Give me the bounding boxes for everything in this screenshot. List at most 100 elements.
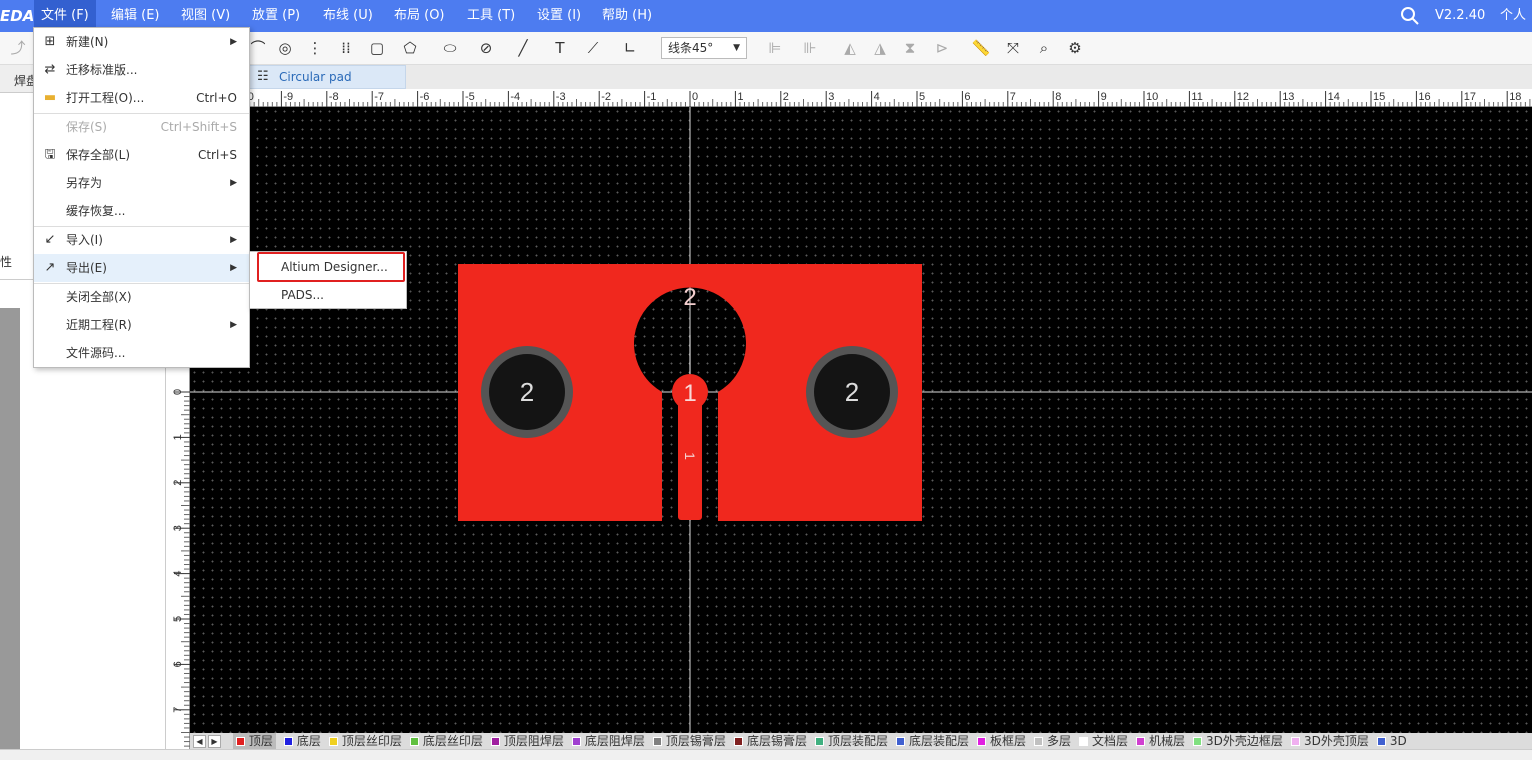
layer-item[interactable]: 顶层丝印层 — [328, 733, 402, 749]
menu-item-save[interactable]: 保存(S) Ctrl+Shift+S — [34, 113, 249, 141]
ruler-label: 15 — [1373, 91, 1385, 103]
layer-next-button[interactable]: ▶ — [208, 735, 221, 748]
menu-item-label: 另存为 — [66, 176, 103, 190]
ruler-label: 16 — [1418, 91, 1430, 103]
menu-item-new[interactable]: ⊞ 新建(N) ▶ — [34, 28, 249, 56]
menu-place[interactable]: 放置 (P) — [245, 0, 307, 32]
menu-route[interactable]: 布线 (U) — [316, 0, 380, 32]
dimension-icon[interactable]: ⟋ — [583, 38, 603, 58]
layer-item[interactable]: 顶层阻焊层 — [490, 733, 564, 749]
menu-item-open-project[interactable]: ▬ 打开工程(O)... Ctrl+O — [34, 84, 249, 112]
menu-item-save-as[interactable]: 另存为 ▶ — [34, 169, 249, 197]
menu-item-export[interactable]: ↗ 导出(E) ▶ — [34, 254, 249, 282]
user-menu[interactable]: 个人 — [1500, 0, 1526, 32]
layer-label: 底层锡膏层 — [746, 734, 807, 748]
menu-item-cache-restore[interactable]: 缓存恢复... — [34, 197, 249, 225]
layer-color-swatch — [895, 737, 905, 746]
menu-item-label: 迁移标准版... — [66, 63, 138, 77]
scroll-track[interactable] — [0, 308, 20, 749]
layer-label: 底层阻焊层 — [584, 734, 645, 748]
gear-icon[interactable]: ⚙ — [1065, 38, 1085, 58]
layer-item[interactable]: 3D — [1376, 733, 1407, 749]
export-pads[interactable]: PADS... — [250, 281, 406, 309]
layer-bar: ◀ ▶ 顶层 底层 顶层丝印层 底层丝印层 顶层阻焊层 底层阻焊层 顶层锡膏层 底层锡膏层 顶层装… — [190, 733, 1532, 749]
layer-list: 顶层 底层 顶层丝印层 底层丝印层 顶层阻焊层 底层阻焊层 顶层锡膏层 底层锡膏层 顶层装配层 底… — [225, 733, 1407, 749]
arrange-icon[interactable]: ⊳ — [932, 38, 952, 58]
menu-item-migrate[interactable]: ⇄ 迁移标准版... — [34, 56, 249, 84]
rect-icon[interactable]: ▢ — [367, 38, 387, 58]
status-bar — [0, 749, 1532, 760]
arc-icon[interactable]: ⌒ — [248, 38, 268, 58]
ruler-label: -8 — [329, 91, 339, 103]
layer-item[interactable]: 多层 — [1034, 733, 1071, 749]
layer-item[interactable]: 底层锡膏层 — [733, 733, 807, 749]
layer-item[interactable]: 底层 — [283, 733, 321, 749]
layer-label: 3D外壳边框层 — [1206, 734, 1283, 748]
pcb-canvas[interactable]: 2 2 2 1 1 — [190, 107, 1532, 733]
measure-icon[interactable]: ⤧ — [1003, 38, 1023, 58]
mirror-icon[interactable]: ⧗ — [900, 38, 920, 58]
menu-item-file-source[interactable]: 文件源码... — [34, 339, 249, 367]
menu-layout[interactable]: 布局 (O) — [387, 0, 452, 32]
via-column-icon[interactable]: ⋮ — [305, 38, 325, 58]
layer-label: 底层 — [296, 734, 321, 748]
menu-item-save-all[interactable]: 🖫 保存全部(L) Ctrl+S — [34, 141, 249, 169]
ruler-label: 12 — [1237, 91, 1249, 103]
layer-item[interactable]: 3D外壳边框层 — [1193, 733, 1283, 749]
polygon-icon[interactable]: ⬠ — [400, 38, 420, 58]
angle-icon[interactable]: ∟ — [620, 38, 640, 58]
ruler-label: 4 — [874, 91, 880, 103]
align-left-icon[interactable]: ⊫ — [765, 38, 785, 58]
text-icon[interactable]: T — [550, 38, 570, 58]
folder-icon: ▬ — [43, 90, 57, 105]
ruler-label: 5 — [919, 91, 925, 103]
ruler-label: 1 — [737, 91, 743, 103]
ruler-label: -1 — [647, 91, 657, 103]
layer-item[interactable]: 顶层锡膏层 — [652, 733, 726, 749]
distribute-icon[interactable]: ⊪ — [800, 38, 820, 58]
ruler-label: 3 — [172, 525, 184, 531]
layer-item[interactable]: 3D外壳顶层 — [1290, 733, 1369, 749]
line-icon[interactable]: ╱ — [513, 38, 533, 58]
inspect-icon[interactable]: ⌕ — [1034, 38, 1054, 58]
rotate-icon[interactable]: ◮ — [870, 38, 890, 58]
redo-icon[interactable]: ⤴ — [8, 38, 28, 58]
layer-item[interactable]: 板框层 — [976, 733, 1026, 749]
layer-color-swatch — [1290, 737, 1300, 746]
no-connect-icon[interactable]: ⊘ — [476, 38, 496, 58]
flip-icon[interactable]: ◭ — [840, 38, 860, 58]
layer-item[interactable]: 顶层 — [232, 733, 276, 749]
layer-item[interactable]: 底层阻焊层 — [571, 733, 645, 749]
layer-item[interactable]: 机械层 — [1136, 733, 1185, 749]
tab-circular-pad[interactable]: ☷ Circular pad — [248, 65, 406, 89]
ruler-label: 3 — [828, 91, 834, 103]
menu-tools[interactable]: 工具 (T) — [460, 0, 522, 32]
menu-item-label: 新建(N) — [66, 35, 109, 49]
layer-label: 3D外壳顶层 — [1303, 734, 1369, 748]
pad-icon[interactable]: ◎ — [275, 38, 295, 58]
menu-help[interactable]: 帮助 (H) — [595, 0, 659, 32]
layer-item[interactable]: 顶层装配层 — [814, 733, 888, 749]
layer-item[interactable]: 底层装配层 — [895, 733, 969, 749]
menu-item-close-all[interactable]: 关闭全部(X) — [34, 283, 249, 311]
layer-prev-button[interactable]: ◀ — [193, 735, 206, 748]
ruler-label: 14 — [1328, 91, 1340, 103]
menu-item-import[interactable]: ↙ 导入(I) ▶ — [34, 226, 249, 254]
ellipse-icon[interactable]: ⬭ — [440, 38, 460, 58]
menu-settings[interactable]: 设置 (I) — [530, 0, 588, 32]
layer-item[interactable]: 底层丝印层 — [409, 733, 483, 749]
ruler-label: 9 — [1101, 91, 1107, 103]
ruler-label: 7 — [172, 707, 184, 713]
menu-item-recent-projects[interactable]: 近期工程(R) ▶ — [34, 311, 249, 339]
ruler-label: 1 — [172, 434, 184, 440]
line-mode-select[interactable]: 线条45° ▼ — [661, 37, 747, 59]
app-logo: EDA — [0, 7, 35, 25]
ruler-icon[interactable]: 📏 — [971, 38, 991, 58]
array-icon[interactable]: ⁞⁞ — [336, 38, 356, 58]
ruler-label: 6 — [964, 91, 970, 103]
layer-item[interactable]: 文档层 — [1079, 733, 1128, 749]
layer-label: 3D — [1389, 734, 1407, 748]
search-icon[interactable] — [1400, 0, 1420, 32]
horizontal-ruler-svg: -10-9-8-7-6-5-4-3-2-10123456789101112131… — [235, 91, 1531, 107]
menu-item-shortcut: Ctrl+S — [197, 148, 237, 162]
